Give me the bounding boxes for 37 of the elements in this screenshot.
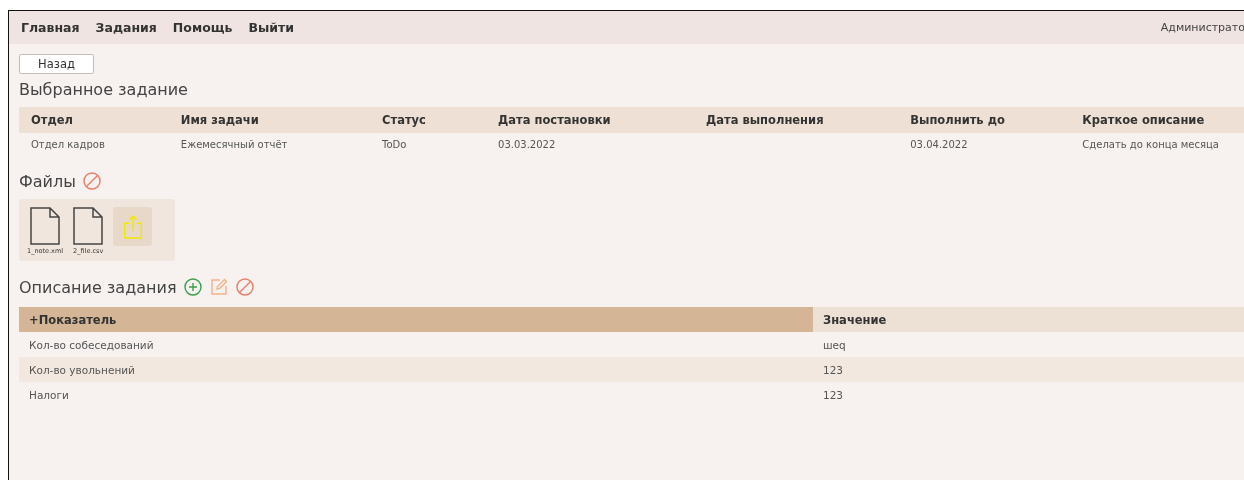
- user-name[interactable]: Администрато: [1160, 21, 1244, 34]
- column-header[interactable]: Имя задачи: [168, 107, 371, 133]
- table-cell: 123: [813, 357, 1244, 382]
- file-icon[interactable]: [30, 207, 61, 245]
- table-cell: Отдел кадров: [19, 133, 169, 155]
- column-header[interactable]: Отдел: [19, 107, 169, 133]
- add-icon[interactable]: [182, 277, 203, 297]
- column-header[interactable]: Выполнить до: [898, 107, 1071, 133]
- table-cell: Налоги: [19, 382, 813, 407]
- column-header[interactable]: Статус: [370, 107, 487, 133]
- file-icon[interactable]: [73, 207, 104, 245]
- nav-link[interactable]: Главная: [21, 20, 80, 35]
- table-cell: 03.04.2022: [898, 133, 1071, 155]
- nav-link[interactable]: Выйти: [248, 20, 295, 35]
- upload-icon: [121, 213, 144, 240]
- section-title: Файлы: [19, 171, 76, 191]
- table-cell: ToDo: [370, 133, 487, 155]
- column-header[interactable]: Краткое описание: [1070, 107, 1244, 133]
- edit-icon[interactable]: [208, 277, 229, 297]
- table-cell: 123: [813, 382, 1244, 407]
- back-button[interactable]: Назад: [19, 54, 94, 74]
- column-header[interactable]: Дата выполнения: [694, 107, 899, 133]
- table-cell: 03.03.2022: [486, 133, 694, 155]
- table-cell: Кол-во собеседований: [19, 332, 813, 357]
- table-cell: Ежемесячный отчёт: [168, 133, 371, 155]
- table-cell: Кол-во увольнений: [19, 357, 813, 382]
- nav-link[interactable]: Задания: [95, 20, 157, 35]
- column-header[interactable]: +Показатель: [19, 307, 813, 332]
- table-cell: шеq: [813, 332, 1244, 357]
- section-title: Описание задания: [19, 277, 177, 297]
- delete-icon[interactable]: [234, 277, 255, 297]
- table-cell: Сделать до конца месяца: [1070, 133, 1244, 155]
- section-title: Выбранное задание: [19, 80, 189, 99]
- column-header[interactable]: Дата постановки: [486, 107, 694, 133]
- column-header[interactable]: Значение: [813, 307, 1244, 332]
- nav-link[interactable]: Помощь: [172, 20, 233, 35]
- delete-icon[interactable]: [81, 171, 102, 191]
